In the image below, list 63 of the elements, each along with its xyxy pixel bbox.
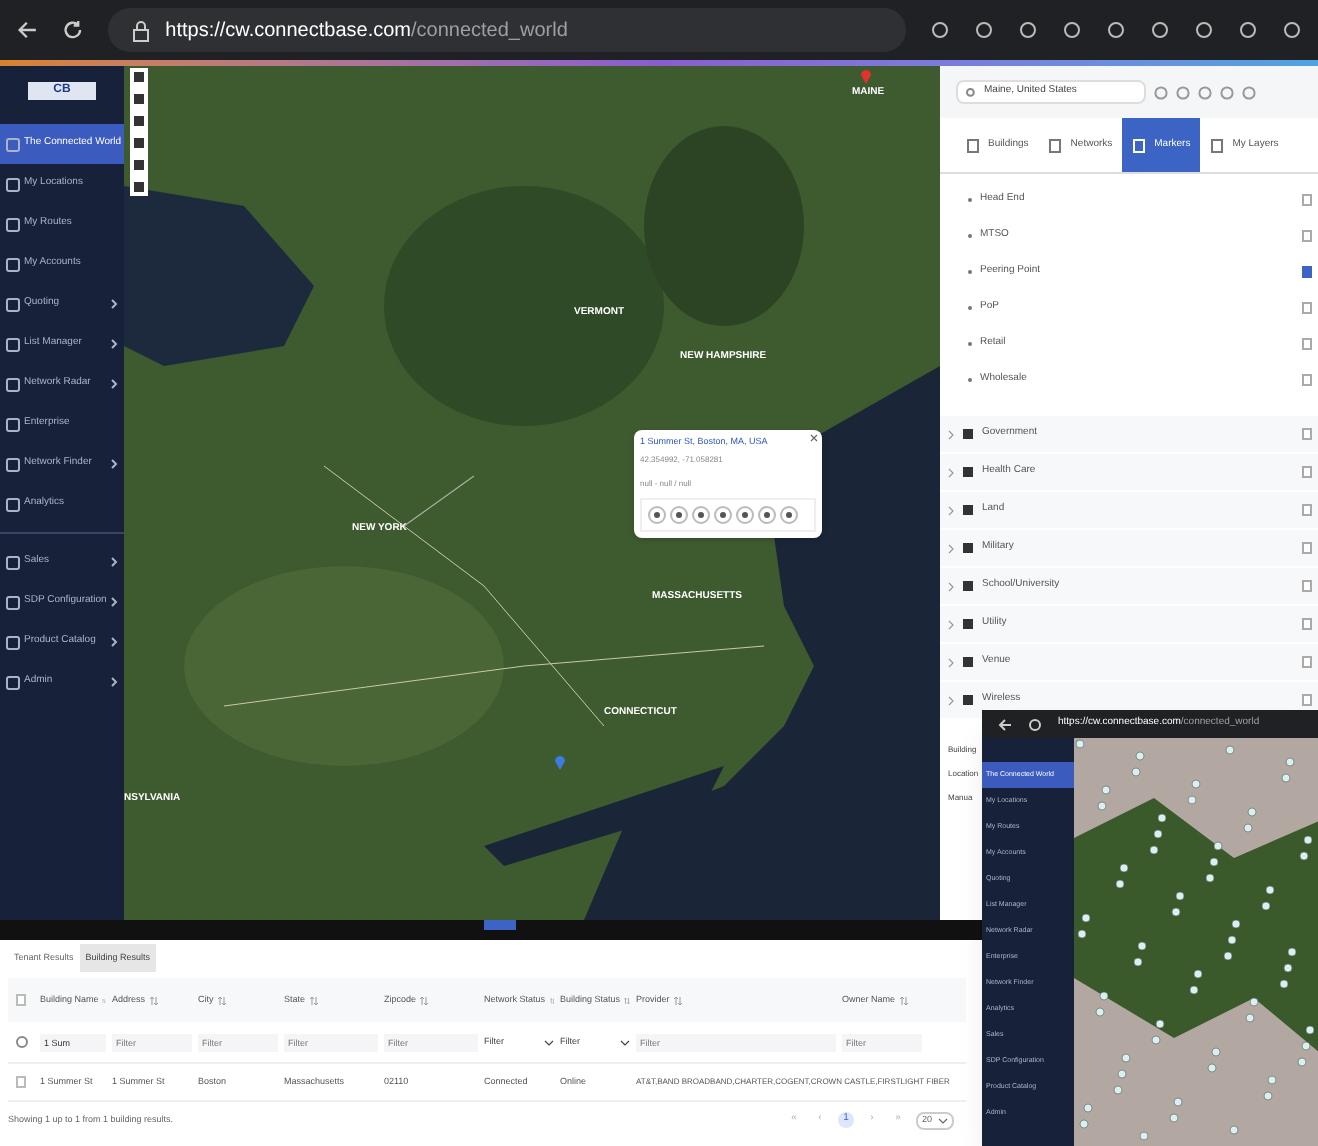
address-bar[interactable]: https://cw.connectbase.com/connected_world [107, 8, 906, 52]
menu-item-icon [6, 595, 20, 609]
checkbox[interactable] [1302, 466, 1312, 478]
chevron-right-icon[interactable] [948, 467, 954, 477]
menu-item-icon [6, 297, 20, 311]
checkbox[interactable] [1302, 230, 1312, 242]
category-icon [962, 618, 974, 630]
menu-item-icon [6, 675, 20, 689]
checkbox[interactable] [1302, 266, 1312, 278]
lock-icon [131, 19, 150, 41]
checkbox[interactable] [16, 994, 26, 1006]
checkbox[interactable] [1302, 302, 1312, 314]
tab-icon [966, 137, 980, 153]
close-icon[interactable] [810, 434, 818, 442]
checkbox[interactable] [16, 1076, 26, 1088]
tab-icon [1048, 137, 1063, 153]
checkbox[interactable] [1302, 338, 1312, 350]
category-icon [962, 542, 974, 554]
menu-item-icon [6, 377, 20, 391]
menu-item-icon [6, 417, 20, 431]
checkbox[interactable] [1302, 428, 1312, 440]
url-text: https://cw.connectbase.com/connected_world [165, 17, 568, 45]
checkbox[interactable] [1302, 194, 1312, 206]
chevron-down-icon [938, 1117, 948, 1123]
menu-item-icon [6, 555, 20, 569]
map-pin-icon [860, 68, 872, 84]
checkbox[interactable] [1302, 694, 1312, 706]
category-icon [962, 428, 974, 440]
chevron-right-icon[interactable] [948, 429, 954, 439]
menu-item-icon [6, 337, 20, 351]
category-icon [962, 580, 974, 592]
tab-icon [1210, 137, 1225, 153]
category-icon [962, 656, 974, 668]
chevron-right-icon[interactable] [948, 619, 954, 629]
chevron-down-icon [544, 1039, 554, 1045]
back-icon[interactable] [16, 18, 38, 42]
category-icon [962, 504, 974, 516]
checkbox[interactable] [1302, 580, 1312, 592]
category-icon [962, 694, 974, 706]
checkbox[interactable] [1302, 374, 1312, 386]
chevron-right-icon[interactable] [948, 695, 954, 705]
chevron-right-icon[interactable] [948, 505, 954, 515]
tab-icon [1132, 137, 1147, 153]
resize-handle[interactable] [483, 920, 515, 930]
menu-item-icon [6, 137, 20, 151]
back-icon[interactable] [998, 717, 1012, 731]
menu-item-icon [6, 177, 20, 191]
menu-item-icon [6, 635, 20, 649]
checkbox[interactable] [1302, 504, 1312, 516]
chevron-right-icon[interactable] [948, 581, 954, 591]
checkbox[interactable] [1302, 656, 1312, 668]
menu-item-icon [6, 497, 20, 511]
chevron-right-icon[interactable] [948, 543, 954, 553]
clear-filter-icon[interactable] [16, 1036, 28, 1048]
chevron-down-icon [620, 1039, 630, 1045]
chevron-right-icon[interactable] [948, 657, 954, 667]
menu-item-icon [6, 257, 20, 271]
menu-item-icon [6, 457, 20, 471]
category-icon [962, 466, 974, 478]
checkbox[interactable] [1302, 618, 1312, 630]
checkbox[interactable] [1302, 542, 1312, 554]
menu-item-icon [6, 217, 20, 231]
map-pin-icon [554, 754, 566, 770]
